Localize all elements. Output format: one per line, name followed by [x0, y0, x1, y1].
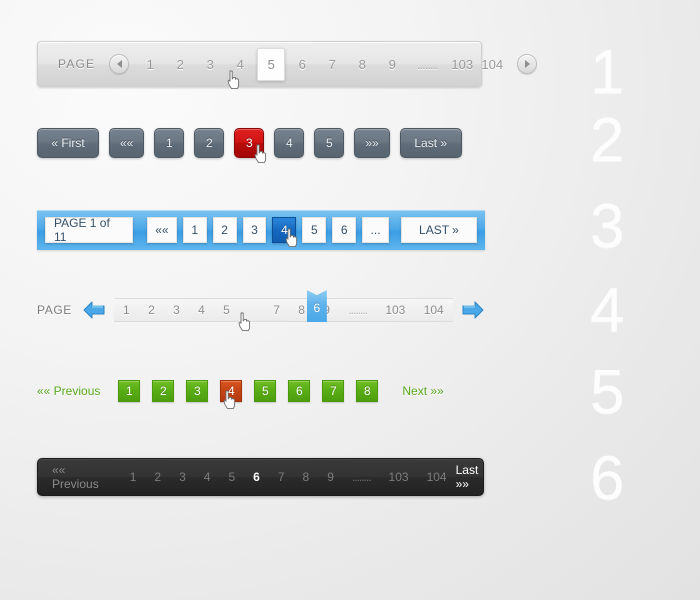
page-link-6[interactable]: 6: [332, 217, 357, 243]
page-link-active[interactable]: 5: [257, 47, 286, 81]
page-link-104[interactable]: 104: [422, 303, 446, 317]
prev-button[interactable]: ««: [109, 128, 145, 158]
section-number-4: 4: [590, 276, 625, 345]
page-link-1[interactable]: 1: [135, 53, 165, 76]
page-link-3[interactable]: 3: [195, 53, 225, 76]
page-link-5[interactable]: 5: [254, 380, 277, 402]
page-link-6[interactable]: 6: [287, 53, 317, 76]
page-link-1[interactable]: 1: [118, 380, 141, 402]
page-link-8[interactable]: 8: [347, 53, 377, 76]
page-link-1[interactable]: 1: [121, 470, 146, 484]
page-link-103[interactable]: 103: [383, 303, 407, 317]
section-number-2: 2: [590, 106, 625, 175]
page-track: 1 2 3 4 5 6 6 7 8 9 ........ 103 104: [113, 290, 453, 322]
previous-button[interactable]: «« Previous: [37, 384, 100, 398]
page-link-103[interactable]: 103: [447, 53, 477, 76]
page-link-104[interactable]: 104: [477, 53, 507, 76]
section-number-5: 5: [590, 358, 625, 427]
page-ellipsis[interactable]: ...: [362, 217, 389, 243]
prev-button[interactable]: ««: [147, 217, 177, 243]
page-ellipsis: ........: [351, 470, 372, 484]
pagination-slate-buttons: « First «« 1 2 3 4 5 »» Last »: [37, 127, 485, 159]
last-button[interactable]: Last »»: [456, 463, 479, 491]
page-label: PAGE: [58, 57, 96, 71]
previous-button[interactable]: «« Previous: [52, 463, 99, 491]
page-link-7[interactable]: 7: [317, 53, 347, 76]
page-link-103[interactable]: 103: [380, 470, 418, 484]
page-link-2[interactable]: 2: [194, 128, 225, 158]
page-link-4[interactable]: 4: [195, 470, 220, 484]
last-button[interactable]: Last »: [399, 128, 462, 158]
page-link-active[interactable]: 6: [306, 290, 327, 322]
arrow-right-icon[interactable]: [461, 300, 485, 320]
page-link-7[interactable]: 7: [271, 303, 282, 317]
page-link-2[interactable]: 2: [212, 217, 237, 243]
page-link-3[interactable]: 3: [186, 380, 209, 402]
page-link-4[interactable]: 4: [196, 303, 207, 317]
triangle-right-icon[interactable]: [517, 54, 538, 74]
page-ellipsis: ........: [348, 303, 368, 317]
pagination-arrow-track: PAGE 1 2 3 4 5 6 6 7 8 9 ........ 103 10…: [37, 290, 485, 328]
page-link-5[interactable]: 5: [314, 128, 345, 158]
arrow-left-icon[interactable]: [82, 300, 106, 320]
first-button[interactable]: « First: [37, 128, 99, 158]
page-link-8[interactable]: 8: [356, 380, 379, 402]
page-link-2[interactable]: 2: [145, 470, 170, 484]
page-link-active[interactable]: 3: [234, 128, 265, 158]
next-button[interactable]: »»: [354, 128, 390, 158]
pagination-green-squares: «« Previous 1 2 3 4 5 6 7 8 Next »»: [37, 378, 485, 404]
page-link-3[interactable]: 3: [170, 470, 195, 484]
pagination-light-bar: PAGE 1 2 3 4 5 6 7 8 9 ........ 103 104: [37, 41, 538, 87]
page-link-9[interactable]: 9: [318, 470, 343, 484]
page-link-5[interactable]: 5: [219, 470, 244, 484]
page-link-2[interactable]: 2: [165, 53, 195, 76]
page-link-active[interactable]: 4: [220, 380, 243, 402]
last-button[interactable]: LAST »: [400, 217, 477, 243]
page-link-4[interactable]: 4: [225, 53, 255, 76]
page-ellipsis: ........: [416, 56, 439, 72]
next-button[interactable]: Next »»: [402, 384, 443, 398]
page-link-2[interactable]: 2: [146, 303, 157, 317]
section-number-6: 6: [590, 444, 625, 513]
page-link-8[interactable]: 8: [296, 303, 307, 317]
page-link-active[interactable]: 4: [272, 217, 297, 243]
page-link-1[interactable]: 1: [121, 303, 132, 317]
page-link-7[interactable]: 7: [269, 470, 294, 484]
page-link-104[interactable]: 104: [418, 470, 456, 484]
page-link-1[interactable]: 1: [154, 128, 185, 158]
page-link-4[interactable]: 4: [274, 128, 305, 158]
page-link-1[interactable]: 1: [182, 217, 207, 243]
section-number-1: 1: [590, 38, 625, 107]
pagination-dark-bar: «« Previous 1 2 3 4 5 6 7 8 9 ........ 1…: [37, 458, 484, 496]
page-info-label: PAGE 1 of 11: [45, 216, 133, 244]
pagination-showcase: 1 2 3 4 5 6 PAGE 1 2 3 4 5 6 7 8 9 .....…: [0, 0, 700, 600]
page-link-3[interactable]: 3: [242, 217, 267, 243]
section-number-3: 3: [590, 192, 625, 261]
triangle-left-icon[interactable]: [109, 54, 130, 74]
page-link-5[interactable]: 5: [221, 303, 232, 317]
page-label: PAGE: [37, 303, 72, 317]
page-link-9[interactable]: 9: [377, 53, 407, 76]
page-link-6[interactable]: 6: [288, 380, 311, 402]
page-link-7[interactable]: 7: [322, 380, 345, 402]
page-link-2[interactable]: 2: [152, 380, 175, 402]
page-link-active[interactable]: 6: [244, 470, 269, 484]
page-link-5[interactable]: 5: [302, 217, 327, 243]
page-link-8[interactable]: 8: [294, 470, 319, 484]
pagination-blue-bar: PAGE 1 of 11 «« 1 2 3 4 5 6 ... LAST »: [37, 210, 485, 250]
page-link-3[interactable]: 3: [171, 303, 182, 317]
